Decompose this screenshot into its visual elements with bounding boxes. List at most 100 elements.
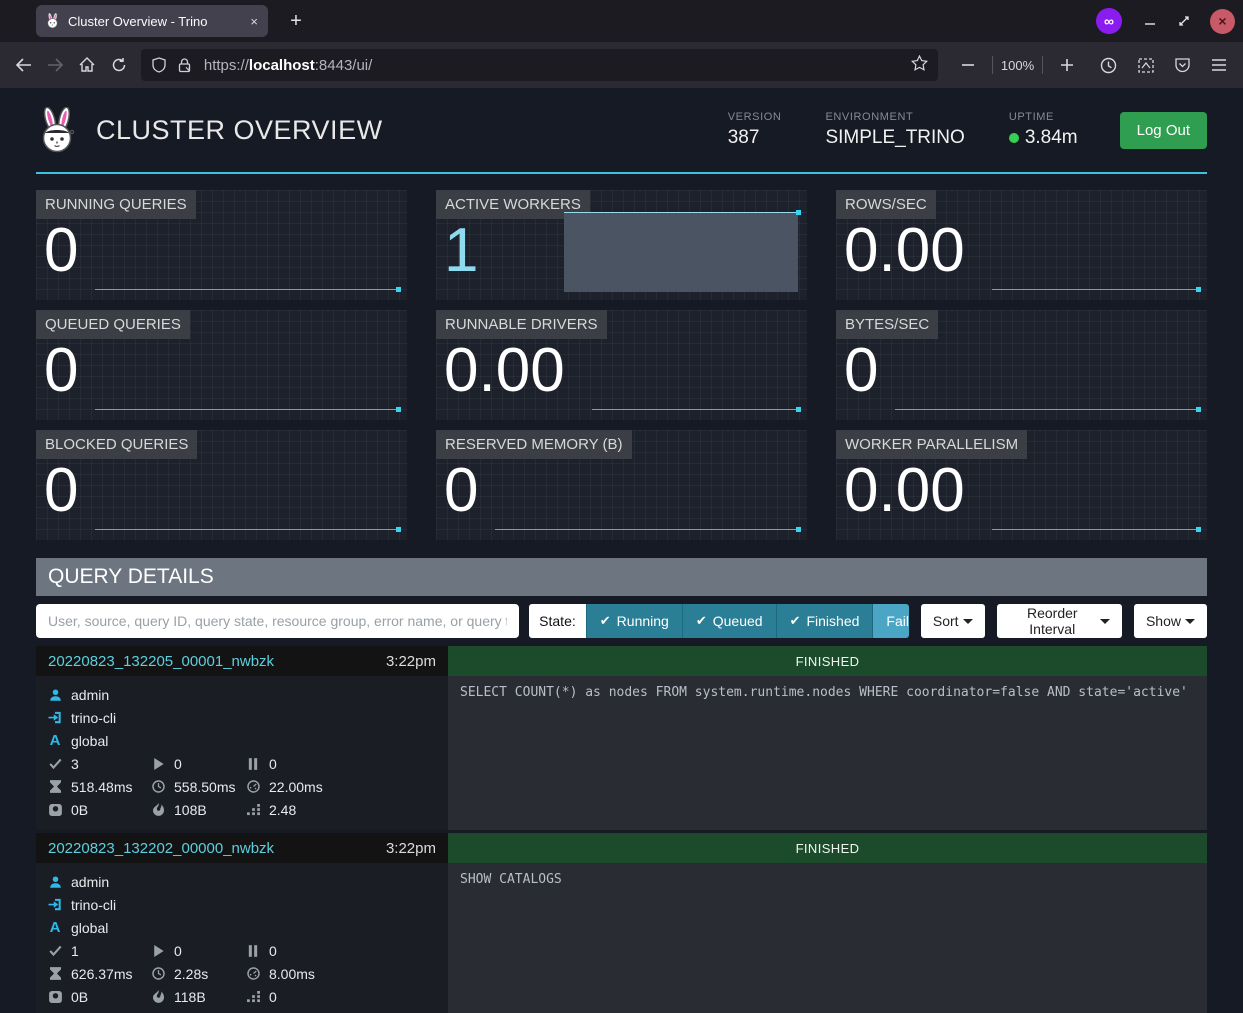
uptime-block: UPTIME 3.84m [1009,111,1078,149]
home-button[interactable] [71,49,103,81]
query-resource-group: global [71,920,108,936]
tab-close-icon[interactable]: × [250,14,258,29]
fire-icon [151,803,165,817]
queued-splits: 0 [269,943,277,959]
tile-value: 0 [44,340,78,402]
state-filter-group: State: ✔ Running ✔ Queued ✔ Finished Fai… [529,604,909,638]
bookmark-star-icon[interactable] [911,55,928,76]
wall-time: 518.48ms [71,779,132,795]
url-text[interactable]: https://localhost:8443/ui/ [204,57,911,74]
tile-worker-parallelism: WORKER PARALLELISM 0.00 [836,430,1207,540]
cumulative-chart-icon [246,990,260,1004]
restore-button[interactable] [1170,7,1198,35]
sparkline [95,529,398,530]
browser-tab[interactable]: Cluster Overview - Trino × [36,5,268,37]
tile-value: 0 [444,460,478,522]
new-tab-button[interactable]: + [282,7,310,35]
state-filter-finished[interactable]: ✔ Finished [776,604,873,638]
query-id-link[interactable]: 20220823_132205_00001_nwbzk [48,653,386,670]
state-filter-queued[interactable]: ✔ Queued [682,604,776,638]
divider [992,56,993,74]
sparkline [495,529,798,530]
gauge-icon [246,967,260,981]
check-icon: ✔ [696,614,707,629]
memory-scale-icon [48,803,62,817]
hourglass-icon [48,967,62,981]
tile-running-queries: RUNNING QUERIES 0 [36,190,407,300]
page-title: CLUSTER OVERVIEW [96,115,728,146]
query-sql-text: SELECT COUNT(*) as nodes FROM system.run… [448,676,1207,830]
chevron-down-icon [963,619,973,624]
user-icon [48,875,62,889]
query-id-link[interactable]: 20220823_132202_00000_nwbzk [48,840,386,857]
memory-scale-icon [48,990,62,1004]
sparkline-area [564,212,798,292]
query-stats-panel: admin trino-cli Aglobal 1 0 0 626.37ms 2… [36,863,448,1013]
zoom-in-icon[interactable] [1051,49,1083,81]
query-details-title: QUERY DETAILS [36,558,1207,596]
environment-block: ENVIRONMENT SIMPLE_TRINO [825,111,964,149]
check-icon [48,757,62,771]
stat-tiles: RUNNING QUERIES 0 ACTIVE WORKERS 1 ROWS/… [36,190,1207,540]
peak-memory: 108B [174,802,207,818]
tile-value: 0.00 [844,460,965,522]
window-close-button[interactable]: × [1210,9,1235,34]
state-filter-running[interactable]: ✔ Running [586,604,682,638]
check-icon: ✔ [600,614,611,629]
pause-icon [246,757,260,771]
current-memory: 0B [71,989,88,1005]
history-clock-icon[interactable] [1093,49,1125,81]
sparkline-dot [1196,407,1201,412]
resource-group-icon: A [48,919,62,936]
wall-time: 626.37ms [71,966,132,982]
cumulative-chart-icon [246,803,260,817]
zoom-out-icon[interactable] [952,49,984,81]
show-dropdown[interactable]: Show [1134,604,1207,638]
tile-label: WORKER PARALLELISM [836,430,1027,459]
chevron-down-icon [1185,619,1195,624]
running-splits: 0 [174,756,182,772]
minimize-button[interactable] [1136,7,1164,35]
query-source: trino-cli [71,710,116,726]
query-time: 3:22pm [386,840,436,857]
query-status-badge: FINISHED [448,833,1207,863]
lock-warning-icon[interactable] [177,57,192,73]
version-value: 387 [728,127,782,149]
zoom-level[interactable]: 100% [1001,58,1034,73]
query-resource-group: global [71,733,108,749]
query-filter-toolbar: State: ✔ Running ✔ Queued ✔ Finished Fai… [36,604,1207,638]
tile-label: RESERVED MEMORY (B) [436,430,632,459]
browser-window: Cluster Overview - Trino × + ∞ × [0,0,1243,1013]
tracking-shield-icon[interactable] [151,57,167,73]
logout-button[interactable]: Log Out [1120,112,1207,149]
navigation-toolbar: https://localhost:8443/ui/ 100% [0,42,1243,88]
reorder-interval-dropdown[interactable]: Reorder Interval [997,604,1122,638]
total-time: 558.50ms [174,779,235,795]
sparkline-dot [1196,527,1201,532]
screenshot-icon[interactable] [1130,49,1162,81]
pocket-icon[interactable] [1167,49,1199,81]
back-button[interactable] [8,49,40,81]
sign-in-icon [48,711,62,725]
query-search-input[interactable] [36,604,519,638]
tile-label: RUNNING QUERIES [36,190,196,219]
state-filter-failed-dropdown[interactable]: Failed [872,604,908,638]
sort-dropdown[interactable]: Sort [921,604,985,638]
resource-group-icon: A [48,732,62,749]
queued-splits: 0 [269,756,277,772]
tile-value: 0 [44,220,78,282]
completed-splits: 1 [71,943,79,959]
version-block: VERSION 387 [728,111,782,149]
chevron-down-icon [1100,619,1110,624]
forward-button[interactable] [40,49,72,81]
tile-value: 1 [444,220,478,282]
url-bar[interactable]: https://localhost:8443/ui/ [141,49,938,81]
clock-icon [151,780,165,794]
reload-button[interactable] [103,49,135,81]
tile-runnable-drivers: RUNNABLE DRIVERS 0.00 [436,310,807,420]
tile-label: ROWS/SEC [836,190,936,219]
tile-rows-sec: ROWS/SEC 0.00 [836,190,1207,300]
divider [1042,56,1043,74]
menu-hamburger-icon[interactable] [1203,49,1235,81]
query-stats-panel: admin trino-cli Aglobal 3 0 0 518.48ms 5… [36,676,448,830]
